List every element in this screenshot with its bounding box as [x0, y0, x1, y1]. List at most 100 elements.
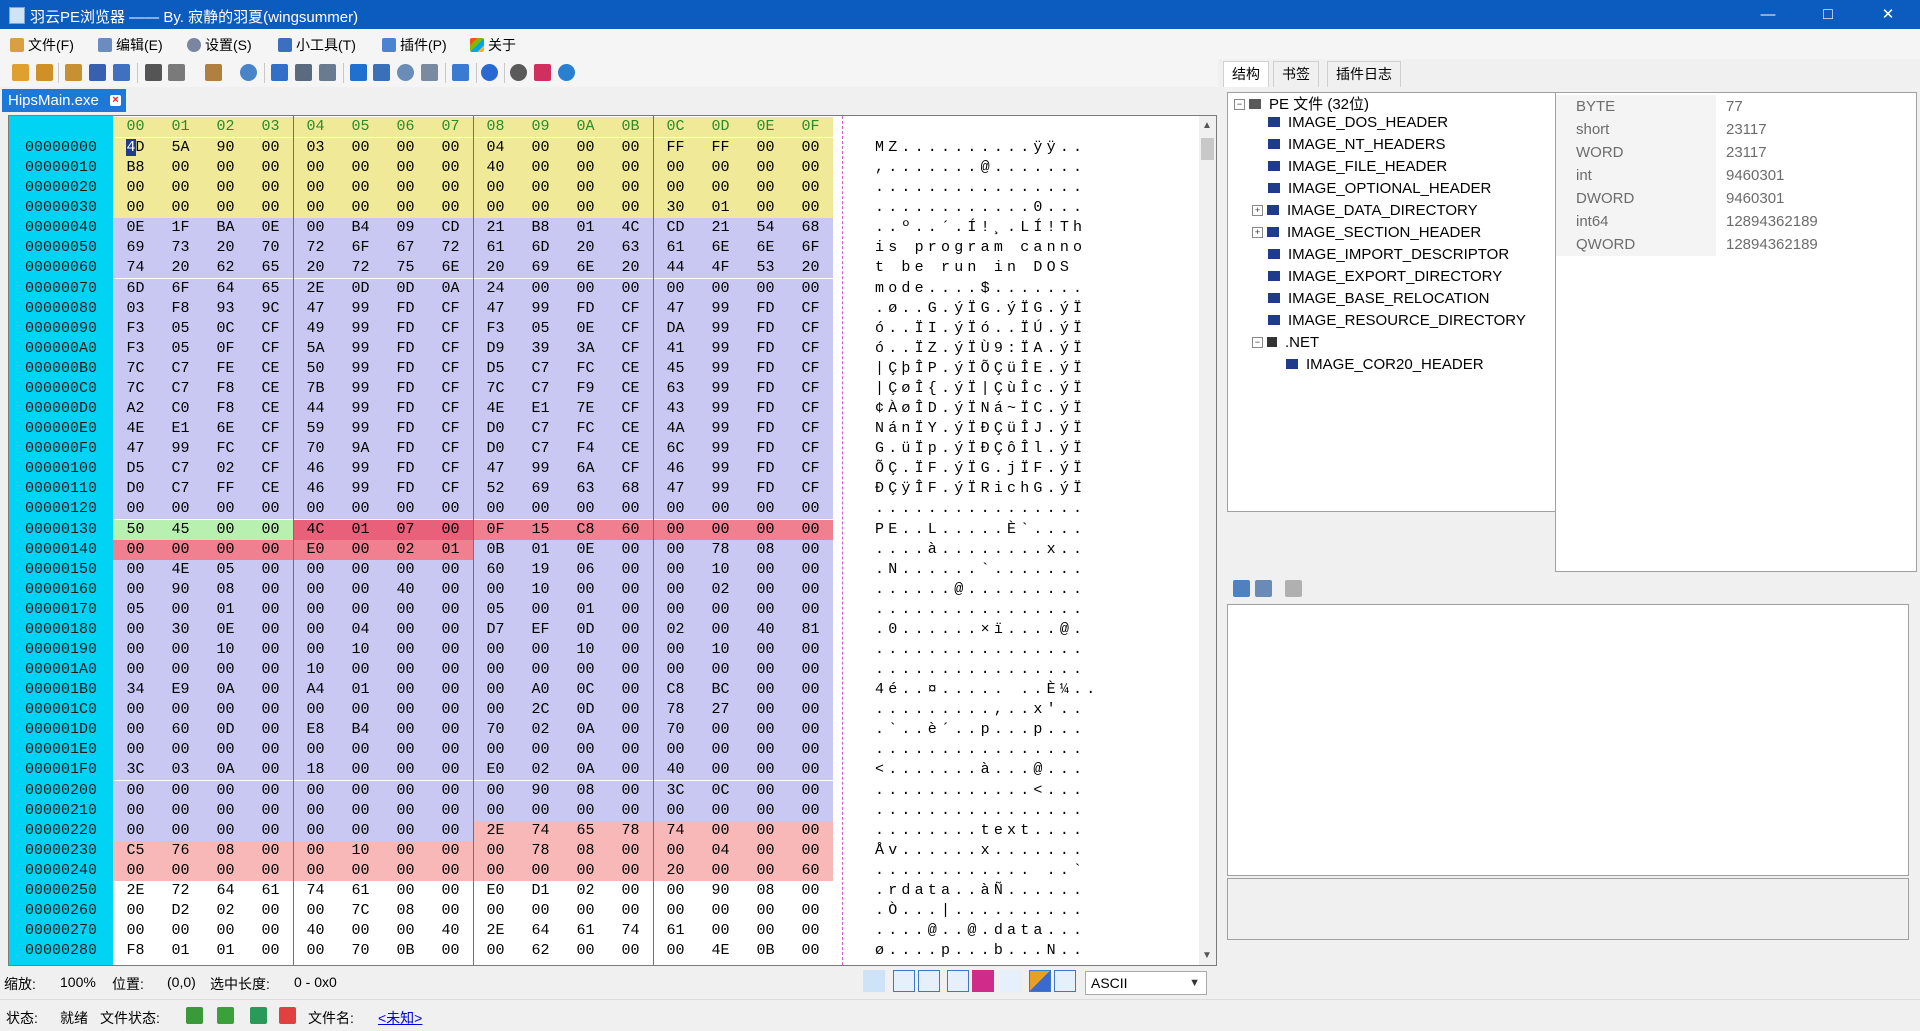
hex-byte[interactable]: 02: [563, 880, 608, 901]
hex-byte[interactable]: 00: [383, 559, 428, 580]
hex-byte[interactable]: D0: [473, 439, 518, 460]
hex-byte[interactable]: 00: [338, 539, 383, 560]
hex-byte[interactable]: 6E: [698, 238, 743, 259]
hex-byte[interactable]: C7: [158, 378, 203, 399]
hex-byte[interactable]: 00: [383, 840, 428, 861]
hex-byte[interactable]: 01: [428, 539, 473, 560]
hex-byte[interactable]: 08: [383, 901, 428, 922]
hex-byte[interactable]: 00: [338, 599, 383, 620]
hex-byte[interactable]: 00: [743, 860, 788, 881]
hex-byte[interactable]: 0E: [203, 619, 248, 640]
hex-byte[interactable]: 70: [473, 720, 518, 741]
hex-byte[interactable]: CE: [608, 439, 653, 460]
hex-byte[interactable]: 00: [293, 901, 338, 922]
hex-byte[interactable]: 63: [653, 378, 698, 399]
hex-byte[interactable]: CE: [248, 358, 293, 379]
hex-byte[interactable]: F8: [203, 399, 248, 420]
hex-byte[interactable]: 03: [293, 138, 338, 158]
hex-byte[interactable]: D5: [473, 358, 518, 379]
hex-byte[interactable]: 00: [563, 579, 608, 600]
hex-byte[interactable]: 00: [788, 720, 833, 741]
inspector-row[interactable]: int 9460301: [1556, 164, 1916, 187]
ascii-cell[interactable]: <.......à...@...: [875, 760, 1086, 780]
hex-byte[interactable]: 00: [293, 700, 338, 721]
hex-byte[interactable]: 4E: [698, 941, 743, 962]
hex-byte[interactable]: 00: [743, 579, 788, 600]
hex-byte[interactable]: FD: [383, 338, 428, 359]
hex-byte[interactable]: B8: [518, 218, 563, 239]
hex-byte[interactable]: 40: [428, 921, 473, 942]
hex-byte[interactable]: D0: [113, 479, 158, 500]
hex-byte[interactable]: FC: [563, 358, 608, 379]
hex-byte[interactable]: 00: [743, 640, 788, 660]
hex-byte[interactable]: 99: [698, 399, 743, 420]
hex-byte[interactable]: 00: [383, 860, 428, 881]
hex-byte[interactable]: 59: [293, 419, 338, 440]
hex-byte[interactable]: 00: [473, 680, 518, 701]
hex-byte[interactable]: 10: [698, 640, 743, 660]
hex-byte[interactable]: 20: [203, 238, 248, 259]
hex-byte[interactable]: 99: [698, 378, 743, 399]
hex-byte[interactable]: 00: [428, 901, 473, 922]
hex-byte[interactable]: 00: [743, 599, 788, 620]
hex-byte[interactable]: 00: [653, 901, 698, 922]
hex-byte[interactable]: 00: [743, 138, 788, 158]
hex-byte[interactable]: 3A: [563, 338, 608, 359]
file-name-link[interactable]: <未知>: [378, 1008, 422, 1028]
hex-byte[interactable]: 00: [788, 539, 833, 560]
hex-byte[interactable]: 30: [158, 619, 203, 640]
hex-byte[interactable]: 09: [383, 218, 428, 239]
hex-byte[interactable]: F8: [203, 378, 248, 399]
hex-byte[interactable]: FD: [743, 459, 788, 480]
hex-byte[interactable]: C5: [113, 840, 158, 861]
tree-root[interactable]: − PE 文件 (32位): [1234, 95, 1369, 115]
hex-byte[interactable]: FD: [383, 439, 428, 460]
hex-byte[interactable]: 00: [653, 740, 698, 761]
find-icon[interactable]: [240, 64, 257, 81]
hex-byte[interactable]: 00: [743, 720, 788, 741]
hex-byte[interactable]: 00: [518, 640, 563, 660]
hex-byte[interactable]: 00: [788, 198, 833, 219]
hex-byte[interactable]: 50: [113, 519, 158, 540]
ascii-cell[interactable]: .........,..x'..: [875, 700, 1086, 720]
hex-byte[interactable]: 00: [788, 138, 833, 158]
hex-byte[interactable]: F8: [113, 941, 158, 962]
hex-byte[interactable]: 00: [788, 740, 833, 761]
hex-byte[interactable]: 00: [383, 880, 428, 901]
hex-byte[interactable]: 00: [698, 740, 743, 761]
hex-byte[interactable]: 78: [608, 820, 653, 841]
hex-byte[interactable]: 01: [203, 941, 248, 962]
hex-byte[interactable]: 00: [428, 720, 473, 741]
hex-byte[interactable]: 00: [608, 860, 653, 881]
hex-byte[interactable]: 00: [338, 138, 383, 158]
hex-byte[interactable]: 00: [383, 158, 428, 179]
hex-byte[interactable]: 00: [158, 921, 203, 942]
hex-byte[interactable]: CF: [788, 459, 833, 480]
hex-byte[interactable]: 00: [383, 138, 428, 158]
hex-byte[interactable]: 00: [698, 178, 743, 199]
hex-byte[interactable]: 0D: [383, 278, 428, 299]
hex-byte[interactable]: 10: [338, 640, 383, 660]
hex-byte[interactable]: 00: [113, 901, 158, 922]
columns-icon[interactable]: [947, 970, 969, 992]
hex-byte[interactable]: 52: [473, 479, 518, 500]
hex-byte[interactable]: 99: [698, 439, 743, 460]
hex-byte[interactable]: 99: [338, 479, 383, 500]
inspector-row[interactable]: short 23117: [1556, 118, 1916, 141]
hex-byte[interactable]: 6E: [743, 238, 788, 259]
hex-byte[interactable]: 00: [158, 178, 203, 199]
hex-byte[interactable]: 00: [608, 599, 653, 620]
hex-byte[interactable]: E1: [518, 399, 563, 420]
hex-byte[interactable]: 00: [113, 660, 158, 681]
hex-byte[interactable]: 6E: [563, 258, 608, 279]
hex-byte[interactable]: 18: [293, 760, 338, 781]
hex-byte[interactable]: 00: [248, 820, 293, 841]
hex-byte[interactable]: 00: [698, 619, 743, 640]
hex-byte[interactable]: 90: [158, 579, 203, 600]
fit-icon[interactable]: [1000, 970, 1022, 992]
hex-byte[interactable]: 67: [383, 238, 428, 259]
hex-byte[interactable]: 20: [653, 860, 698, 881]
hex-byte[interactable]: 00: [788, 278, 833, 299]
hex-byte[interactable]: 53: [743, 258, 788, 279]
ascii-cell[interactable]: mode....$.......: [875, 279, 1086, 299]
